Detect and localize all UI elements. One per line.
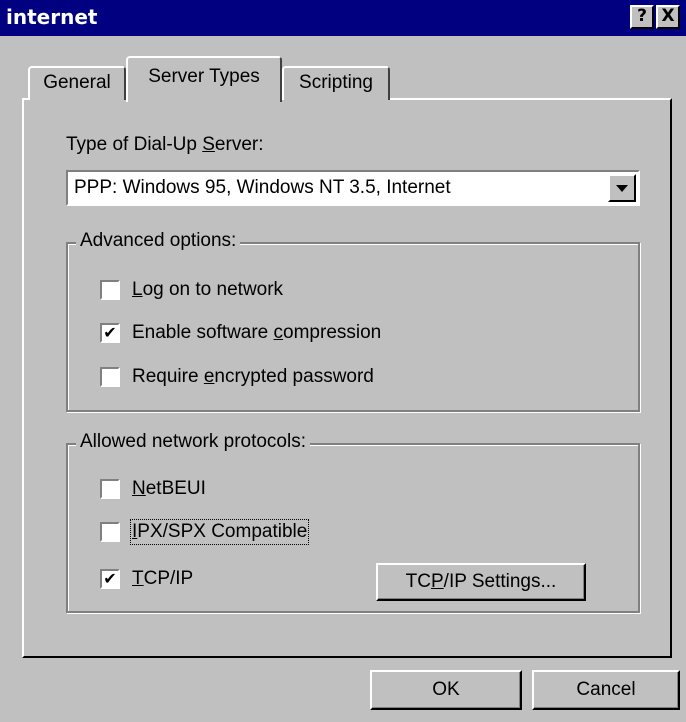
- window-title: internet: [6, 5, 98, 29]
- tcpip-checkbox[interactable]: ✔: [100, 569, 120, 589]
- server-type-label-text-end: erver:: [214, 134, 264, 155]
- server-type-value: PPP: Windows 95, Windows NT 3.5, Interne…: [74, 177, 451, 198]
- tcpip-label-post: CP/IP: [143, 568, 194, 589]
- compression-label-post: ompression: [283, 322, 382, 343]
- server-type-dropdown[interactable]: PPP: Windows 95, Windows NT 3.5, Interne…: [66, 170, 640, 206]
- checkmark-icon: ✔: [103, 323, 117, 342]
- tab-scripting-label: Scripting: [299, 72, 373, 93]
- chevron-down-icon[interactable]: [608, 174, 636, 202]
- encrypted-password-mnemonic: e: [203, 366, 215, 387]
- ipx-spx-checkbox[interactable]: [100, 522, 120, 542]
- encrypted-password-checkbox[interactable]: [100, 367, 120, 387]
- log-on-checkbox[interactable]: [100, 280, 120, 300]
- server-type-label: Type of Dial-Up Server:: [66, 134, 264, 156]
- ipx-spx-label[interactable]: IPX/SPX Compatible: [129, 519, 310, 545]
- compression-mnemonic: c: [273, 322, 284, 343]
- ok-button[interactable]: OK: [370, 670, 522, 710]
- tab-server-types[interactable]: Server Types: [126, 56, 282, 102]
- compression-label-pre: Enable software: [132, 322, 274, 343]
- netbeui-label-post: etBEUI: [145, 478, 206, 499]
- tab-general-label: General: [43, 72, 111, 93]
- netbeui-checkbox[interactable]: [100, 479, 120, 499]
- title-bar[interactable]: internet ? X: [0, 0, 686, 36]
- netbeui-label[interactable]: NetBEUI: [132, 478, 206, 500]
- tcpip-settings-mnemonic: P: [430, 571, 444, 592]
- advanced-options-legend: Advanced options:: [76, 230, 241, 252]
- log-on-mnemonic: L: [132, 279, 143, 300]
- encrypted-password-label-pre: Require: [132, 366, 204, 387]
- tcpip-mnemonic: T: [132, 568, 144, 589]
- checkmark-icon: ✔: [103, 569, 117, 588]
- tcpip-settings-label-pre: TC: [405, 571, 431, 592]
- tcpip-settings-button[interactable]: TCP/IP Settings...: [376, 563, 586, 601]
- netbeui-mnemonic: N: [132, 478, 146, 499]
- tab-general[interactable]: General: [28, 66, 126, 100]
- help-button[interactable]: ?: [630, 5, 654, 29]
- cancel-button[interactable]: Cancel: [532, 670, 680, 710]
- network-protocols-legend: Allowed network protocols:: [76, 431, 310, 453]
- tab-scripting[interactable]: Scripting: [282, 66, 390, 100]
- compression-checkbox[interactable]: ✔: [100, 323, 120, 343]
- tcpip-label[interactable]: TCP/IP: [132, 568, 193, 590]
- log-on-label[interactable]: Log on to network: [132, 279, 283, 301]
- log-on-label-post: og on to network: [142, 279, 284, 300]
- tab-server-types-label: Server Types: [148, 66, 260, 87]
- compression-label[interactable]: Enable software compression: [132, 322, 381, 344]
- server-type-label-text: Type of Dial-Up: [66, 134, 203, 155]
- dialog-window: internet ? X General Server Types Script…: [0, 0, 686, 722]
- ipx-spx-label-post: PX/SPX Compatible: [137, 521, 308, 542]
- server-type-label-mnemonic: S: [202, 134, 215, 155]
- encrypted-password-label-post: ncrypted password: [214, 366, 374, 387]
- close-button[interactable]: X: [656, 5, 680, 29]
- tcpip-settings-label-post: /IP Settings...: [443, 571, 557, 592]
- encrypted-password-label[interactable]: Require encrypted password: [132, 366, 374, 388]
